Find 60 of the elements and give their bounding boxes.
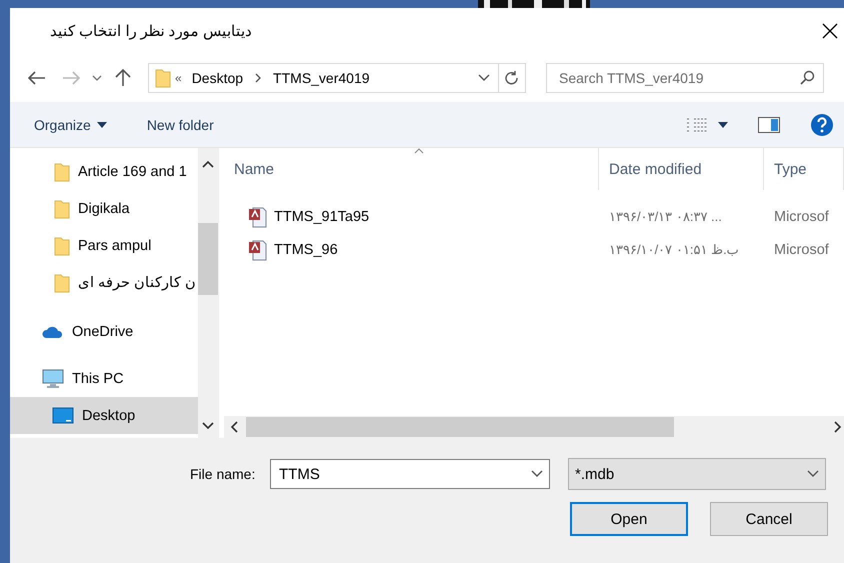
scrollbar-thumb[interactable] — [246, 417, 674, 437]
new-folder-button[interactable]: New folder — [146, 116, 214, 132]
file-type-dropdown[interactable]: *.mdb — [568, 458, 826, 490]
search-icon[interactable] — [799, 70, 815, 86]
help-icon[interactable] — [810, 112, 834, 136]
type-cell-text: Microsof — [773, 208, 830, 224]
close-icon[interactable] — [822, 23, 838, 39]
sidebar-item[interactable]: Pars ampul — [10, 227, 198, 264]
sidebar-item[interactable]: Desktop — [10, 397, 198, 434]
caret-icon[interactable] — [96, 122, 107, 128]
database-file-icon — [248, 206, 268, 228]
folder-icon — [54, 236, 70, 256]
dropdown-icon[interactable] — [531, 470, 543, 478]
file-name-combo[interactable]: TTMS — [270, 459, 550, 489]
monitor-icon — [42, 368, 64, 388]
sort-caret-icon — [414, 148, 424, 154]
chevron-icon[interactable] — [255, 73, 262, 83]
dropdown-icon[interactable] — [807, 470, 819, 478]
dropdown-icon[interactable] — [478, 74, 490, 82]
file-name-cell[interactable]: TTMS_96 — [224, 238, 599, 260]
column-header[interactable]: Type — [764, 148, 844, 190]
scrollbar-thumb[interactable] — [198, 223, 218, 295]
sidebar-item[interactable]: This PC — [10, 360, 198, 397]
date-cell-text: ۱۳۹۶/۰۳/۱۳ ۰۸:۳۷ ... — [608, 209, 723, 224]
breadcrumb-item[interactable]: TTMS_ver4019 — [267, 70, 376, 86]
sidebar-item[interactable]: Article 169 and 1 — [10, 153, 198, 190]
file-name-cell[interactable]: TTMS_91Ta95 — [224, 206, 599, 228]
type-cell-text: Microsof — [773, 242, 830, 258]
overflow-chevron[interactable]: « — [171, 71, 186, 85]
column-header[interactable]: Name — [224, 148, 599, 190]
refresh-icon[interactable] — [505, 70, 519, 86]
file-name-field[interactable]: TTMS — [277, 464, 531, 484]
window-title: دیتابیس مورد نظر را انتخاب کنید — [50, 22, 252, 40]
file-name-label: File name: — [190, 466, 256, 482]
breadcrumb-item[interactable]: Desktop — [186, 70, 250, 86]
date-cell-text: ۱۳۹۶/۱۰/۰۷ ب.ظ ۰۱:۵۱ — [608, 242, 740, 257]
search-box[interactable]: Search TTMS_ver4019 — [546, 63, 824, 93]
sidebar-item[interactable]: ن کارکنان حرفه ای — [10, 264, 198, 301]
up-arrow-icon[interactable] — [115, 69, 131, 87]
organize-button[interactable]: Organize — [34, 116, 107, 132]
sidebar-item[interactable]: OneDrive — [10, 313, 198, 350]
cloud-icon — [42, 324, 64, 338]
folder-icon — [54, 198, 70, 218]
scroll-right-icon[interactable] — [834, 421, 842, 433]
folder-icon — [54, 272, 70, 292]
dialog-button[interactable]: Cancel — [710, 502, 828, 536]
scroll-up-icon[interactable] — [202, 160, 214, 168]
scroll-left-icon[interactable] — [230, 421, 238, 433]
back-arrow-icon[interactable] — [28, 71, 46, 85]
column-header[interactable]: Date modified — [599, 148, 764, 190]
preview-pane-icon[interactable] — [758, 116, 780, 132]
database-file-icon — [248, 238, 268, 260]
scroll-down-icon[interactable] — [202, 422, 214, 430]
dialog-button[interactable]: Open — [570, 502, 688, 536]
folder-icon — [155, 68, 171, 88]
dropdown-icon[interactable] — [718, 122, 728, 128]
sidebar-item[interactable]: Digikala — [10, 190, 198, 227]
folder-icon — [54, 162, 70, 182]
desktop-icon — [52, 406, 74, 424]
address-bar[interactable]: « Desktop TTMS_ver4019 — [148, 63, 526, 93]
